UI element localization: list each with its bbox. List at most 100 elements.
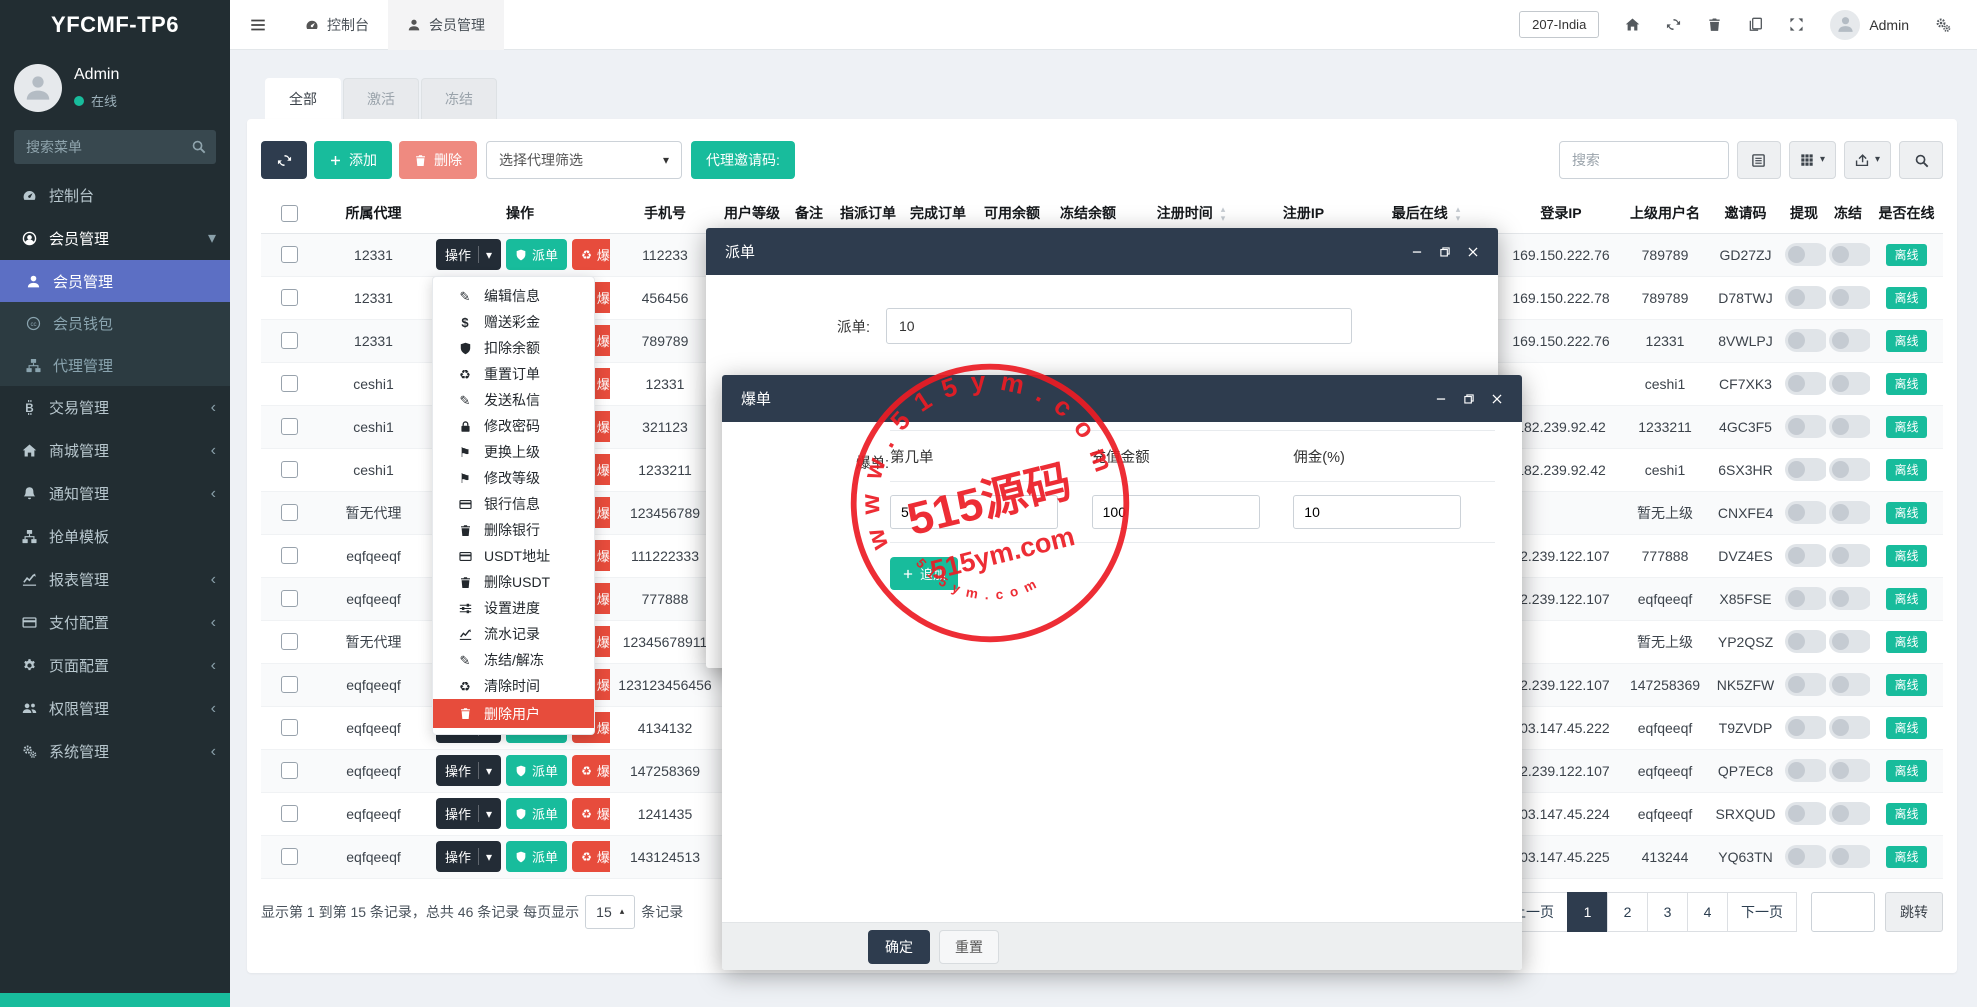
action-menu-item[interactable]: 删除银行	[433, 517, 594, 543]
sidebar-item-6[interactable]: 报表管理‹	[0, 558, 230, 601]
hamburger-icon[interactable]	[230, 16, 286, 34]
delete-button[interactable]: 删除	[399, 141, 477, 179]
freeze-toggle[interactable]	[1829, 243, 1870, 266]
row-checkbox[interactable]	[281, 289, 298, 306]
action-menu-item[interactable]: ⚑修改等级	[433, 465, 594, 491]
withdraw-toggle[interactable]	[1785, 802, 1826, 825]
table-search-input[interactable]	[1559, 141, 1729, 179]
withdraw-toggle[interactable]	[1785, 329, 1826, 352]
top-tab-1[interactable]: 会员管理	[388, 0, 504, 50]
page-button-2[interactable]: 2	[1607, 892, 1648, 932]
action-menu-item[interactable]: ♻重置订单	[433, 361, 594, 387]
row-checkbox[interactable]	[281, 246, 298, 263]
next-page-button[interactable]: 下一页	[1727, 892, 1797, 932]
sidebar-item-1[interactable]: 会员管理▾	[0, 217, 230, 260]
baodan-field-input-2[interactable]	[1293, 495, 1461, 529]
refresh-icon[interactable]	[1666, 17, 1681, 32]
action-menu-item[interactable]: 扣除余额	[433, 335, 594, 361]
withdraw-toggle[interactable]	[1785, 759, 1826, 782]
region-badge[interactable]: 207-India	[1519, 11, 1599, 38]
withdraw-toggle[interactable]	[1785, 501, 1826, 524]
action-menu-item[interactable]: ✎冻结/解冻	[433, 647, 594, 673]
top-tab-0[interactable]: 控制台	[286, 0, 388, 50]
freeze-toggle[interactable]	[1829, 501, 1870, 524]
gears-icon[interactable]	[1935, 17, 1951, 33]
op-dropdown-button[interactable]: 操作▾	[436, 755, 501, 786]
action-menu-item[interactable]: 删除用户	[433, 699, 594, 728]
sidebar-item-3[interactable]: 商城管理‹	[0, 429, 230, 472]
baodan-button[interactable]: ♻爆单	[572, 841, 610, 872]
home-icon[interactable]	[1625, 17, 1640, 32]
page-size-select[interactable]: 15▴	[585, 895, 635, 929]
action-menu-item[interactable]: USDT地址	[433, 543, 594, 569]
row-checkbox[interactable]	[281, 762, 298, 779]
row-checkbox[interactable]	[281, 418, 298, 435]
action-menu-item[interactable]: 删除USDT	[433, 569, 594, 595]
filter-tab-1[interactable]: 激活	[343, 78, 419, 119]
pagination-toggle-button[interactable]	[1737, 141, 1781, 179]
sidebar-search-input[interactable]	[14, 130, 216, 164]
sidebar-item-5[interactable]: 抢单模板	[0, 515, 230, 558]
paidan-button[interactable]: 派单	[506, 798, 567, 829]
op-dropdown-button[interactable]: 操作▾	[436, 239, 501, 270]
append-button[interactable]: 追加	[890, 557, 958, 590]
sidebar-subitem-1[interactable]: cc会员钱包	[0, 302, 230, 344]
trash-icon[interactable]	[1707, 17, 1722, 32]
reset-button[interactable]: 重置	[939, 930, 999, 964]
action-menu-item[interactable]: 流水记录	[433, 621, 594, 647]
withdraw-toggle[interactable]	[1785, 845, 1826, 868]
freeze-toggle[interactable]	[1829, 286, 1870, 309]
withdraw-toggle[interactable]	[1785, 587, 1826, 610]
paidan-button[interactable]: 派单	[506, 755, 567, 786]
search-icon[interactable]	[191, 139, 206, 154]
export-button[interactable]: ▾	[1844, 141, 1891, 179]
freeze-toggle[interactable]	[1829, 415, 1870, 438]
row-checkbox[interactable]	[281, 547, 298, 564]
freeze-toggle[interactable]	[1829, 587, 1870, 610]
select-all-checkbox[interactable]	[281, 205, 298, 222]
freeze-toggle[interactable]	[1829, 845, 1870, 868]
freeze-toggle[interactable]	[1829, 630, 1870, 653]
baodan-field-input-0[interactable]	[890, 495, 1058, 529]
withdraw-toggle[interactable]	[1785, 372, 1826, 395]
close-icon[interactable]	[1467, 246, 1479, 258]
search-button[interactable]	[1899, 141, 1943, 179]
baodan-button[interactable]: ♻爆单	[572, 755, 610, 786]
freeze-toggle[interactable]	[1829, 759, 1870, 782]
filter-tab-0[interactable]: 全部	[265, 78, 341, 119]
freeze-toggle[interactable]	[1829, 716, 1870, 739]
action-menu-item[interactable]: 设置进度	[433, 595, 594, 621]
sidebar-item-0[interactable]: 控制台	[0, 174, 230, 217]
filter-tab-2[interactable]: 冻结	[421, 78, 497, 119]
paidan-button[interactable]: 派单	[506, 841, 567, 872]
refresh-button[interactable]	[261, 141, 307, 179]
sidebar-item-7[interactable]: 支付配置‹	[0, 601, 230, 644]
row-checkbox[interactable]	[281, 719, 298, 736]
minimize-icon[interactable]	[1411, 246, 1423, 258]
sidebar-item-4[interactable]: 通知管理‹	[0, 472, 230, 515]
action-menu-item[interactable]: ⚑更换上级	[433, 439, 594, 465]
sidebar-subitem-0[interactable]: 会员管理	[0, 260, 230, 302]
sort-icons[interactable]: ▴▾	[1221, 205, 1226, 223]
withdraw-toggle[interactable]	[1785, 415, 1826, 438]
baodan-field-input-1[interactable]	[1092, 495, 1260, 529]
sort-icons[interactable]: ▴▾	[1456, 205, 1461, 223]
row-checkbox[interactable]	[281, 676, 298, 693]
row-checkbox[interactable]	[281, 633, 298, 650]
sidebar-item-2[interactable]: B交易管理‹	[0, 386, 230, 429]
row-checkbox[interactable]	[281, 461, 298, 478]
expand-icon[interactable]	[1789, 17, 1804, 32]
action-menu-item[interactable]: ♻清除时间	[433, 673, 594, 699]
sidebar-item-9[interactable]: 权限管理‹	[0, 687, 230, 730]
freeze-toggle[interactable]	[1829, 673, 1870, 696]
freeze-toggle[interactable]	[1829, 802, 1870, 825]
withdraw-toggle[interactable]	[1785, 673, 1826, 696]
op-dropdown-button[interactable]: 操作▾	[436, 841, 501, 872]
paidan-button[interactable]: 派单	[506, 239, 567, 270]
row-checkbox[interactable]	[281, 805, 298, 822]
page-button-3[interactable]: 3	[1647, 892, 1688, 932]
freeze-toggle[interactable]	[1829, 458, 1870, 481]
withdraw-toggle[interactable]	[1785, 458, 1826, 481]
navbar-user[interactable]: Admin	[1830, 10, 1909, 40]
agent-invite-code-button[interactable]: 代理邀请码:	[691, 141, 795, 179]
